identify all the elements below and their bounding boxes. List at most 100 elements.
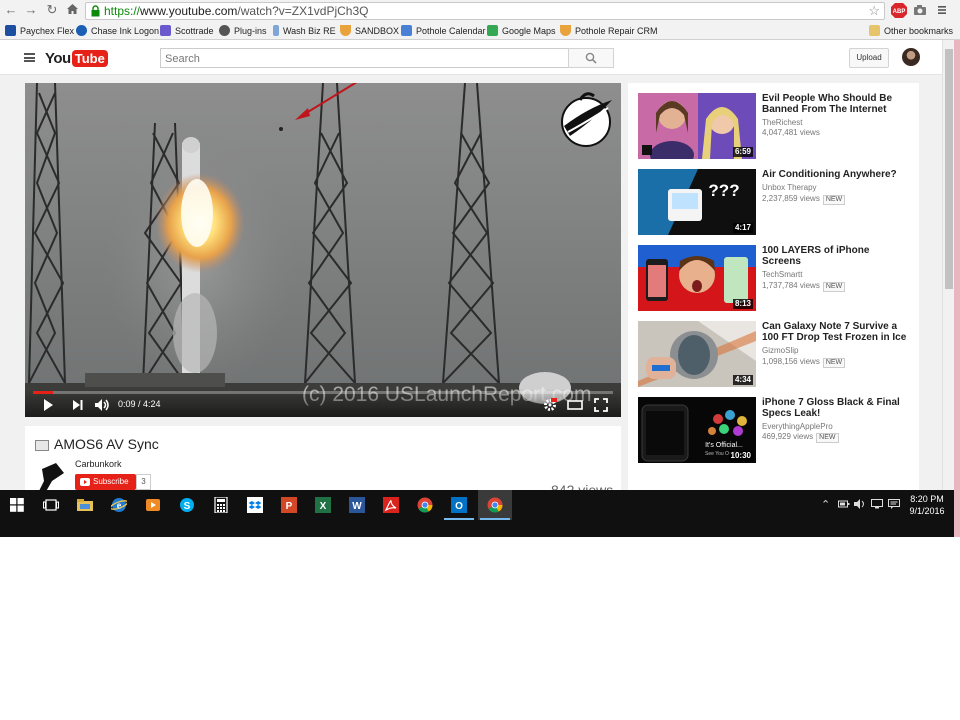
video-title[interactable]: iPhone 7 Gloss Black & Final Specs Leak! bbox=[762, 397, 908, 419]
browser-toolbar: ← → ↻ https://www.youtube.com/watch?v=ZX… bbox=[0, 0, 960, 21]
bookmark-plugins[interactable]: Plug-ins bbox=[219, 23, 267, 38]
video-channel: TechSmartt bbox=[762, 270, 803, 279]
taskbar-word[interactable]: W bbox=[340, 490, 374, 520]
taskbar-calculator[interactable] bbox=[204, 490, 238, 520]
bookmark-wash-biz[interactable]: Wash Biz RE bbox=[273, 23, 336, 38]
taskbar-dropbox[interactable] bbox=[238, 490, 272, 520]
settings-gear-icon[interactable] bbox=[543, 398, 557, 412]
file-explorer-icon bbox=[77, 499, 93, 511]
video-title[interactable]: Evil People Who Should Be Banned From Th… bbox=[762, 93, 908, 115]
account-avatar[interactable] bbox=[902, 48, 920, 66]
bookmark-scottrade[interactable]: Scottrade bbox=[160, 23, 214, 38]
video-player[interactable]: (c) 2016 USLaunchReport.com 0:09 / 4:24 bbox=[25, 83, 621, 417]
other-bookmarks[interactable]: Other bookmarks bbox=[869, 23, 953, 38]
bookmark-chase[interactable]: Chase Ink Logon bbox=[76, 23, 159, 38]
svg-text:It's Official...: It's Official... bbox=[705, 442, 743, 449]
taskbar-skype[interactable]: S bbox=[170, 490, 204, 520]
camera-extension-icon[interactable] bbox=[913, 3, 929, 18]
video-title: AMOS6 AV Sync bbox=[54, 436, 159, 452]
related-video-item[interactable]: It's Official... See You On Th... 10:30 i… bbox=[638, 397, 918, 464]
time-display: 0:09 / 4:24 bbox=[118, 399, 161, 409]
bookmark-pothole-calendar[interactable]: Pothole Calendar bbox=[401, 23, 486, 38]
taskbar-media-player[interactable] bbox=[136, 490, 170, 520]
forward-icon[interactable]: → bbox=[23, 2, 39, 18]
video-thumbnail[interactable]: 8:13 bbox=[638, 245, 756, 311]
calendar-icon bbox=[401, 25, 412, 36]
address-bar[interactable]: https://www.youtube.com/watch?v=ZX1vdPjC… bbox=[85, 2, 885, 20]
related-video-item[interactable]: 8:13 100 LAYERS of iPhone Screens TechSm… bbox=[638, 245, 918, 312]
related-video-item[interactable]: ??? 4:17 Air Conditioning Anywhere? Unbo… bbox=[638, 169, 918, 236]
video-title[interactable]: 100 LAYERS of iPhone Screens bbox=[762, 245, 908, 267]
wash-biz-icon bbox=[273, 25, 279, 36]
search-input[interactable] bbox=[161, 50, 568, 68]
chrome-menu-icon[interactable] bbox=[936, 3, 952, 18]
adblock-extension-icon[interactable]: ABP bbox=[891, 3, 907, 18]
video-thumbnail[interactable]: 4:34 bbox=[638, 321, 756, 387]
network-icon[interactable] bbox=[871, 499, 883, 509]
related-video-item[interactable]: 4:34 Can Galaxy Note 7 Survive a 100 FT … bbox=[638, 321, 918, 388]
video-views: 1,098,156 views NEW bbox=[762, 357, 846, 368]
bookmark-sandbox[interactable]: SANDBOX bbox=[340, 23, 399, 38]
taskbar-outlook[interactable]: O bbox=[442, 490, 476, 520]
video-views: 469,929 views NEW bbox=[762, 432, 839, 443]
bookmark-pothole-crm[interactable]: Pothole Repair CRM bbox=[560, 23, 658, 38]
video-thumbnail[interactable]: ??? 4:17 bbox=[638, 169, 756, 235]
svg-text:W: W bbox=[352, 501, 362, 512]
theater-mode-icon[interactable] bbox=[567, 398, 583, 412]
tray-expand-icon[interactable]: ⌃ bbox=[821, 498, 830, 511]
progress-bar[interactable] bbox=[33, 391, 613, 394]
taskbar-file-explorer[interactable] bbox=[68, 490, 102, 520]
taskbar-clock[interactable]: 8:20 PM 9/1/2016 bbox=[904, 493, 950, 517]
svg-text:O: O bbox=[455, 501, 463, 512]
windows-taskbar: e S P X W O ⌃ 8:20 PM 9/1/2016 bbox=[0, 490, 954, 537]
battery-icon[interactable] bbox=[838, 499, 850, 509]
back-icon[interactable]: ← bbox=[3, 2, 19, 18]
taskbar-acrobat[interactable] bbox=[374, 490, 408, 520]
clock-time: 8:20 PM bbox=[910, 494, 944, 504]
task-view-button[interactable] bbox=[34, 490, 68, 520]
svg-text:S: S bbox=[184, 501, 191, 512]
play-icon[interactable] bbox=[42, 398, 54, 412]
bookmark-star-icon[interactable]: ☆ bbox=[868, 3, 880, 19]
reload-icon[interactable]: ↻ bbox=[44, 2, 60, 18]
video-thumbnail[interactable]: It's Official... See You On Th... 10:30 bbox=[638, 397, 756, 463]
guide-menu-icon[interactable] bbox=[24, 53, 35, 62]
page-scrollbar[interactable] bbox=[942, 40, 954, 490]
start-button[interactable] bbox=[0, 490, 34, 520]
scrollbar-thumb[interactable] bbox=[945, 49, 953, 289]
new-badge: NEW bbox=[822, 358, 846, 368]
home-icon[interactable] bbox=[64, 2, 80, 18]
subscribe-button[interactable]: Subscribe bbox=[75, 474, 136, 490]
youtube-page: YouTube Upload bbox=[0, 40, 942, 498]
volume-tray-icon[interactable] bbox=[854, 499, 866, 509]
video-duration: 4:34 bbox=[732, 375, 753, 385]
svg-text:e: e bbox=[117, 501, 122, 512]
next-icon[interactable] bbox=[72, 398, 84, 412]
sandbox-icon bbox=[340, 25, 351, 36]
bookmark-paychex[interactable]: Paychex Flex bbox=[5, 23, 74, 38]
video-title[interactable]: Can Galaxy Note 7 Survive a 100 FT Drop … bbox=[762, 321, 908, 343]
start-icon bbox=[10, 498, 24, 512]
new-badge: NEW bbox=[822, 282, 846, 292]
taskbar-internet-explorer[interactable]: e bbox=[102, 490, 136, 520]
taskbar-powerpoint[interactable]: P bbox=[272, 490, 306, 520]
volume-icon[interactable] bbox=[94, 398, 110, 412]
upload-button[interactable]: Upload bbox=[849, 48, 889, 68]
taskbar-chrome-active[interactable] bbox=[478, 490, 512, 520]
notifications-icon[interactable] bbox=[888, 499, 900, 509]
related-video-item[interactable]: 6:59 Evil People Who Should Be Banned Fr… bbox=[638, 93, 918, 160]
video-title[interactable]: Air Conditioning Anywhere? bbox=[762, 169, 908, 180]
progress-fill bbox=[33, 391, 53, 394]
taskbar-chrome[interactable] bbox=[408, 490, 442, 520]
youtube-logo[interactable]: You Tube bbox=[45, 49, 108, 68]
scottrade-icon bbox=[160, 25, 171, 36]
desktop-screen: ← → ↻ https://www.youtube.com/watch?v=ZX… bbox=[0, 0, 960, 537]
taskbar-excel[interactable]: X bbox=[306, 490, 340, 520]
search-button[interactable] bbox=[568, 48, 614, 68]
chrome-active-icon bbox=[487, 497, 503, 513]
video-thumbnail[interactable]: 6:59 bbox=[638, 93, 756, 159]
channel-name[interactable]: Carbunkork bbox=[75, 459, 122, 469]
fullscreen-icon[interactable] bbox=[594, 398, 608, 412]
video-channel: TheRichest bbox=[762, 118, 803, 127]
bookmark-google-maps[interactable]: Google Maps bbox=[487, 23, 556, 38]
